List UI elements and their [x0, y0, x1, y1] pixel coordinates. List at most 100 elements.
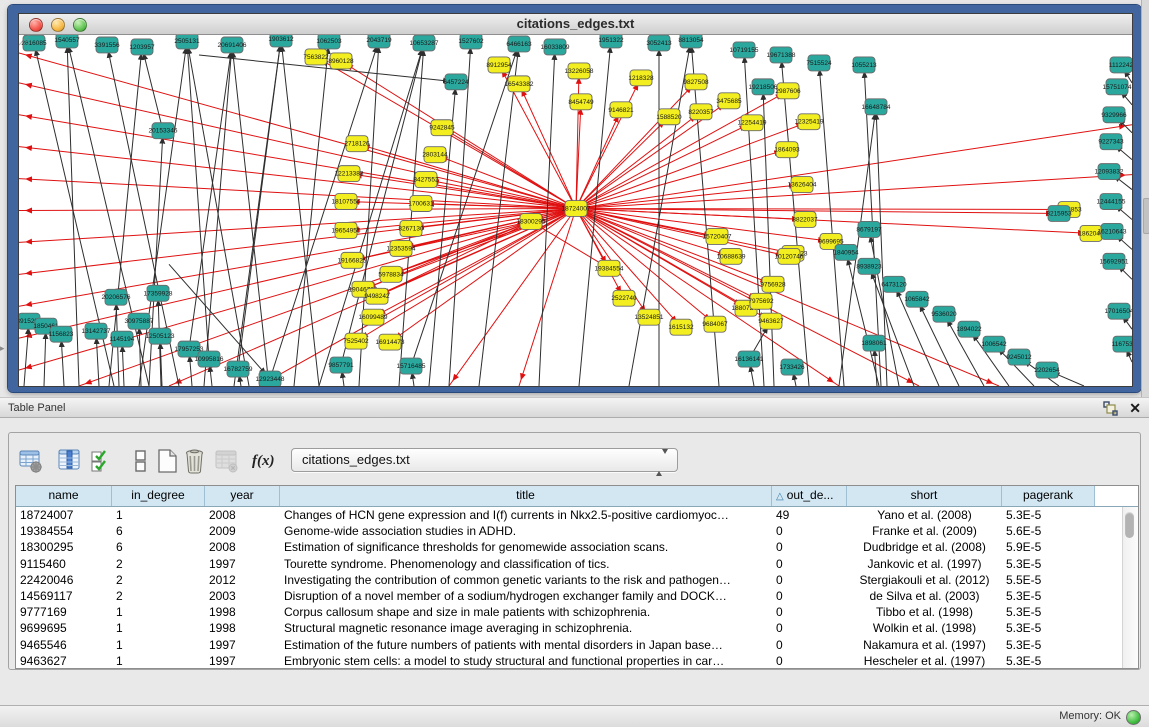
- cell: 6: [112, 539, 205, 555]
- left-panel-collapse-arrow[interactable]: ▸: [0, 343, 5, 354]
- resize-grip-icon[interactable]: [19, 35, 1130, 384]
- cell: Tourette syndrome. Phenomenology and cla…: [280, 556, 772, 572]
- delete-table-icon[interactable]: [182, 447, 208, 475]
- table-selector-value: citations_edges.txt: [302, 449, 410, 471]
- cell: 0: [772, 539, 847, 555]
- cell: Corpus callosum shape and size in male p…: [280, 604, 772, 620]
- table-row[interactable]: 1830029562008Estimation of significance …: [16, 539, 1138, 555]
- cell: 0: [772, 620, 847, 636]
- cell: 1998: [205, 620, 280, 636]
- table-header-row: namein_degreeyeartitle△out_de...shortpag…: [16, 486, 1138, 507]
- column-header-title[interactable]: title: [280, 486, 772, 506]
- cell: 1: [112, 604, 205, 620]
- show-columns-icon[interactable]: [57, 447, 83, 475]
- cell: 9699695: [16, 620, 112, 636]
- splitter-handle[interactable]: [1143, 198, 1149, 234]
- memory-status-indicator[interactable]: [1126, 710, 1141, 725]
- cell: 5.5E-5: [1002, 572, 1095, 588]
- select-rows-icon[interactable]: [89, 447, 115, 475]
- table-row[interactable]: 911546021997Tourette syndrome. Phenomeno…: [16, 556, 1138, 572]
- cell: 2: [112, 556, 205, 572]
- cell: 5.3E-5: [1002, 653, 1095, 669]
- minimize-window-button[interactable]: [51, 18, 65, 32]
- cell: Franke et al. (2009): [847, 523, 1002, 539]
- application-window: citations_edges.txt 18724007822035712254…: [0, 0, 1149, 727]
- cell: Dudbridge et al. (2008): [847, 539, 1002, 555]
- table-row[interactable]: 1872400712008Changes of HCN gene express…: [16, 507, 1138, 523]
- cell: 19384554: [16, 523, 112, 539]
- cell: 5.3E-5: [1002, 588, 1095, 604]
- cell: 2012: [205, 572, 280, 588]
- cell: 1: [112, 620, 205, 636]
- cell: Investigating the contribution of common…: [280, 572, 772, 588]
- memory-status-label: Memory: OK: [1059, 706, 1121, 727]
- cell: 0: [772, 556, 847, 572]
- table-row[interactable]: 2242004622012Investigating the contribut…: [16, 572, 1138, 588]
- cell: 2003: [205, 588, 280, 604]
- network-window: citations_edges.txt 18724007822035712254…: [18, 13, 1133, 387]
- table-row[interactable]: 969969511998Structural magnetic resonanc…: [16, 620, 1138, 636]
- table-row[interactable]: 1456911722003Disruption of a novel membe…: [16, 588, 1138, 604]
- dropdown-stepper-icon: [656, 454, 668, 472]
- cell: 5.9E-5: [1002, 539, 1095, 555]
- table-toolbar-and-grid: f(x) citations_edges.txt namein_degreeye…: [8, 432, 1141, 670]
- cell: 9465546: [16, 637, 112, 653]
- right-splitter[interactable]: [1141, 0, 1149, 397]
- cell: 6: [112, 523, 205, 539]
- cell: Wolkin et al. (1998): [847, 620, 1002, 636]
- cell: 5.6E-5: [1002, 523, 1095, 539]
- cell: Embryonic stem cells: a model to study s…: [280, 653, 772, 669]
- cell: 49: [772, 507, 847, 523]
- cell: 5.3E-5: [1002, 556, 1095, 572]
- table-selector-dropdown[interactable]: citations_edges.txt: [291, 448, 678, 472]
- column-header-in_degree[interactable]: in_degree: [112, 486, 205, 506]
- cell: Jankovic et al. (1997): [847, 556, 1002, 572]
- cell: 2008: [205, 507, 280, 523]
- cell: 0: [772, 572, 847, 588]
- cell: Nakamura et al. (1997): [847, 637, 1002, 653]
- cell: 1998: [205, 604, 280, 620]
- import-table-icon[interactable]: [214, 447, 240, 475]
- table-panel: Table Panel ✕: [0, 397, 1149, 705]
- node-table: namein_degreeyeartitle△out_de...shortpag…: [15, 485, 1139, 669]
- cell: 0: [772, 653, 847, 669]
- table-panel-titlebar[interactable]: Table Panel ✕: [0, 397, 1149, 418]
- close-panel-icon[interactable]: ✕: [1129, 400, 1141, 416]
- cell: Changes of HCN gene expression and I(f) …: [280, 507, 772, 523]
- float-panel-icon[interactable]: [1102, 400, 1119, 416]
- cell: 5.3E-5: [1002, 620, 1095, 636]
- cell: 9115460: [16, 556, 112, 572]
- network-canvas[interactable]: 1872400782203571225441918640931362640488…: [19, 35, 1132, 386]
- cell: 0: [772, 604, 847, 620]
- table-row[interactable]: 1938455462009Genome-wide association stu…: [16, 523, 1138, 539]
- cell: 1: [112, 507, 205, 523]
- table-row[interactable]: 946554611997Estimation of the future num…: [16, 637, 1138, 653]
- function-builder-icon[interactable]: f(x): [252, 447, 278, 475]
- cell: 1: [112, 653, 205, 669]
- column-header-out_de[interactable]: △out_de...: [772, 486, 847, 506]
- table-body: 1872400712008Changes of HCN gene express…: [16, 507, 1138, 669]
- cell: 18724007: [16, 507, 112, 523]
- column-header-short[interactable]: short: [847, 486, 1002, 506]
- hide-rows-icon[interactable]: [129, 447, 155, 475]
- table-row[interactable]: 977716911998Corpus callosum shape and si…: [16, 604, 1138, 620]
- cell: Estimation of significance thresholds fo…: [280, 539, 772, 555]
- table-row[interactable]: 946362711997Embryonic stem cells: a mode…: [16, 653, 1138, 669]
- column-header-year[interactable]: year: [205, 486, 280, 506]
- cell: Yano et al. (2008): [847, 507, 1002, 523]
- column-header-name[interactable]: name: [16, 486, 112, 506]
- cell: 2: [112, 572, 205, 588]
- vertical-scrollbar[interactable]: [1122, 507, 1138, 668]
- cell: 2: [112, 588, 205, 604]
- column-header-pagerank[interactable]: pagerank: [1002, 486, 1095, 506]
- close-window-button[interactable]: [29, 18, 43, 32]
- cell: 18300295: [16, 539, 112, 555]
- scrollbar-thumb[interactable]: [1125, 512, 1134, 538]
- network-window-titlebar[interactable]: citations_edges.txt: [19, 14, 1132, 35]
- zoom-window-button[interactable]: [73, 18, 87, 32]
- cell: 5.3E-5: [1002, 604, 1095, 620]
- traffic-lights: [29, 18, 87, 32]
- new-table-icon[interactable]: [155, 447, 181, 475]
- table-settings-icon[interactable]: [18, 447, 44, 475]
- header-filler: [1095, 486, 1138, 506]
